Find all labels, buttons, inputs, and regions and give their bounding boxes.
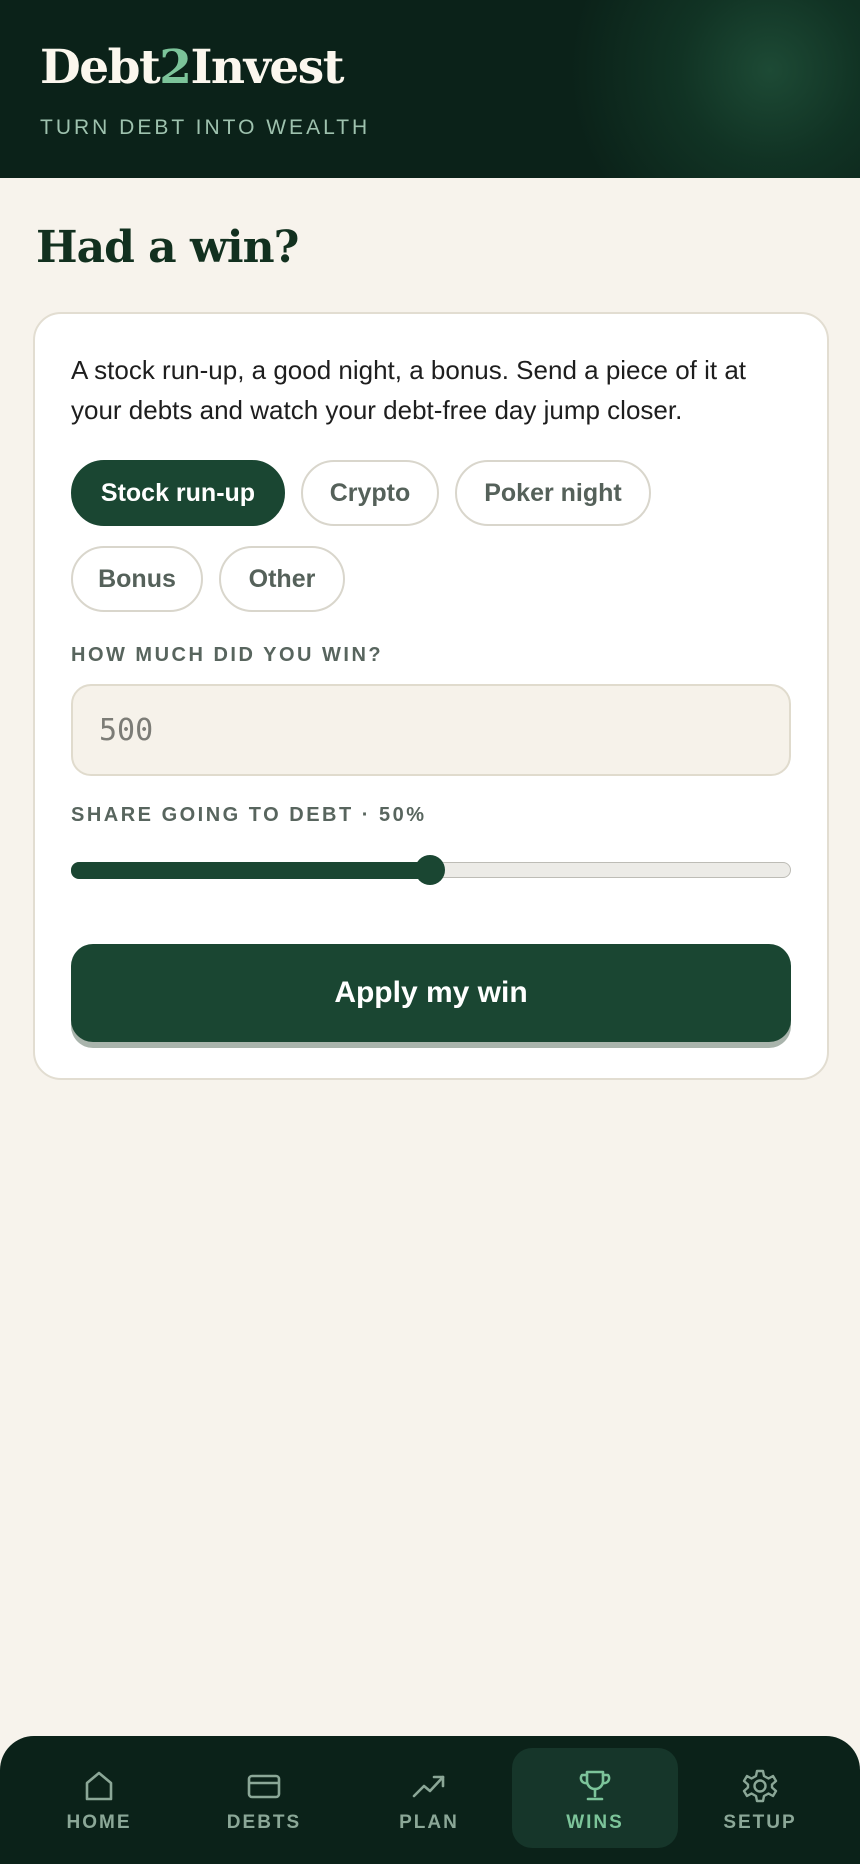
share-label: SHARE GOING TO DEBT · 50% (71, 804, 427, 826)
nav-item-setup[interactable]: SETUP (677, 1748, 843, 1848)
nav-item-wins[interactable]: WINS (512, 1748, 678, 1848)
bottom-nav: HOME DEBTS PLAN WINS SETUP (0, 1736, 860, 1864)
category-chip-stock-run-up[interactable]: Stock run-up (71, 460, 285, 526)
slider-fill (71, 862, 430, 879)
nav-label-home: HOME (66, 1812, 132, 1833)
trend-up-icon (409, 1766, 449, 1806)
nav-item-home[interactable]: HOME (16, 1748, 182, 1848)
app-tagline: TURN DEBT INTO WEALTH (40, 116, 371, 139)
logo-accent: 2 (159, 40, 192, 95)
category-chip-poker-night[interactable]: Poker night (455, 460, 651, 526)
trophy-icon (575, 1766, 615, 1806)
category-chip-crypto[interactable]: Crypto (301, 460, 439, 526)
win-intro-text: A stock run-up, a good night, a bonus. S… (71, 355, 747, 425)
nav-item-debts[interactable]: DEBTS (181, 1748, 347, 1848)
card-icon (244, 1766, 284, 1806)
app-header: Debt2Invest TURN DEBT INTO WEALTH (0, 0, 860, 178)
nav-label-wins: WINS (566, 1812, 624, 1833)
nav-label-setup: SETUP (723, 1812, 797, 1833)
category-chip-bonus[interactable]: Bonus (71, 546, 203, 612)
app-logo: Debt2Invest (40, 40, 344, 95)
slider-thumb[interactable] (415, 855, 445, 885)
category-chip-other[interactable]: Other (219, 546, 345, 612)
amount-label: HOW MUCH DID YOU WIN? (71, 644, 384, 666)
nav-label-debts: DEBTS (226, 1812, 302, 1833)
nav-label-plan: PLAN (399, 1812, 459, 1833)
nav-item-plan[interactable]: PLAN (346, 1748, 512, 1848)
logo-prefix: Debt (40, 40, 161, 95)
debt-share-slider[interactable] (71, 848, 791, 892)
apply-win-button[interactable]: Apply my win (71, 944, 791, 1042)
win-card: A stock run-up, a good night, a bonus. S… (33, 312, 829, 1080)
home-icon (79, 1766, 119, 1806)
gear-icon (740, 1766, 780, 1806)
win-amount-input[interactable] (71, 684, 791, 776)
page-title: Had a win? (36, 222, 299, 273)
logo-suffix: Invest (190, 40, 344, 95)
